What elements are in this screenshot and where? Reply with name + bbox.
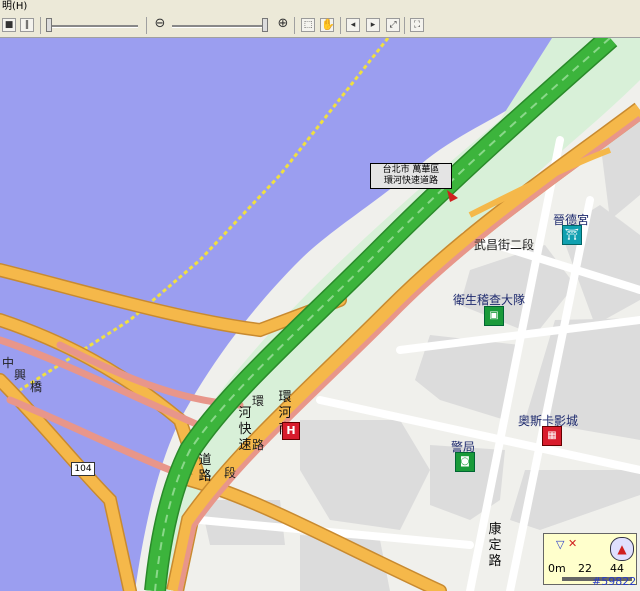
compass-icon[interactable]: ▲ (610, 537, 634, 561)
toolbar-separator (40, 17, 41, 34)
label-char: 康 (488, 522, 502, 537)
label-char: 河 (278, 406, 292, 421)
zoom-out-icon[interactable]: ⊖ (153, 17, 167, 32)
label-char: 路 (488, 554, 502, 569)
label-duan: 段 (224, 466, 237, 480)
watermark: #59822 (592, 575, 637, 588)
rotate-left-icon[interactable]: ◂ (346, 18, 360, 32)
map-canvas (0, 38, 640, 591)
label-char: 道 (198, 453, 212, 468)
help-menu[interactable]: 明(H) (0, 1, 27, 12)
label-kangding-rd: 康 定 路 (488, 522, 502, 570)
close-icon[interactable]: ✕ (568, 537, 577, 550)
fullscreen-icon[interactable]: ⛶ (410, 18, 424, 32)
slider-thumb[interactable] (262, 18, 268, 32)
slider-track (172, 25, 268, 28)
zoom-in-icon[interactable]: ⊕ (276, 17, 290, 32)
police-icon[interactable]: ◙ (455, 452, 475, 472)
filter-icon[interactable]: ▽ (556, 538, 564, 551)
label-char: 環 (278, 390, 292, 405)
scale-max: 44 (610, 562, 624, 575)
label-char: 河 (238, 406, 252, 421)
label-char: 快 (238, 422, 252, 437)
map-view[interactable]: 台北市 萬華區 環河快速道路 104 武昌街二段 中 興 橋 康 定 路 環 環… (0, 38, 640, 591)
zoom-slider[interactable] (172, 18, 268, 34)
label-char: 定 (488, 538, 502, 553)
pause-button[interactable]: ‖ (20, 18, 34, 32)
select-area-icon[interactable]: ⬚ (301, 18, 315, 32)
pan-hand-icon[interactable]: ✋ (320, 18, 335, 32)
label-dao-lu: 道 路 (198, 453, 212, 485)
playback-slider[interactable] (46, 18, 138, 34)
menu-bar: 明(H) (0, 0, 640, 14)
slider-track (46, 25, 138, 28)
label-wuchang-st: 武昌街二段 (474, 238, 535, 252)
label-lu: 路 (252, 438, 265, 452)
toolbar-separator (340, 17, 341, 34)
label-huan: 環 (252, 394, 265, 408)
office-icon[interactable]: ▣ (484, 306, 504, 326)
temple-icon[interactable]: ⛩ (562, 225, 582, 245)
stop-button[interactable]: ■ (2, 18, 16, 32)
label-xing: 興 (14, 368, 27, 382)
north-up-icon[interactable]: ⤢ (386, 18, 400, 32)
tooltip-district: 台北市 萬華區 (382, 165, 440, 175)
scale-zero: 0m (548, 562, 566, 575)
hospital-icon[interactable]: H (282, 422, 300, 440)
slider-thumb[interactable] (46, 18, 52, 32)
label-zhong: 中 (2, 356, 15, 370)
rotate-right-icon[interactable]: ▸ (366, 18, 380, 32)
label-qiao: 橋 (30, 380, 43, 394)
label-huanhe-expressway: 河 快 速 (238, 406, 252, 454)
label-char: 速 (238, 438, 252, 453)
toolbar: ■ ‖ ⊖ ⊕ ⬚ ✋ ◂ ▸ ⤢ ⛶ (0, 14, 640, 38)
toolbar-separator (146, 17, 147, 34)
toolbar-separator (294, 17, 295, 34)
scale-mid: 22 (578, 562, 592, 575)
road-tooltip: 台北市 萬華區 環河快速道路 (370, 163, 452, 189)
toolbar-separator (404, 17, 405, 34)
tooltip-road: 環河快速道路 (383, 176, 438, 186)
label-char: 路 (198, 469, 212, 484)
cinema-icon[interactable]: ▦ (542, 426, 562, 446)
highway-shield-icon: 104 (71, 462, 95, 476)
